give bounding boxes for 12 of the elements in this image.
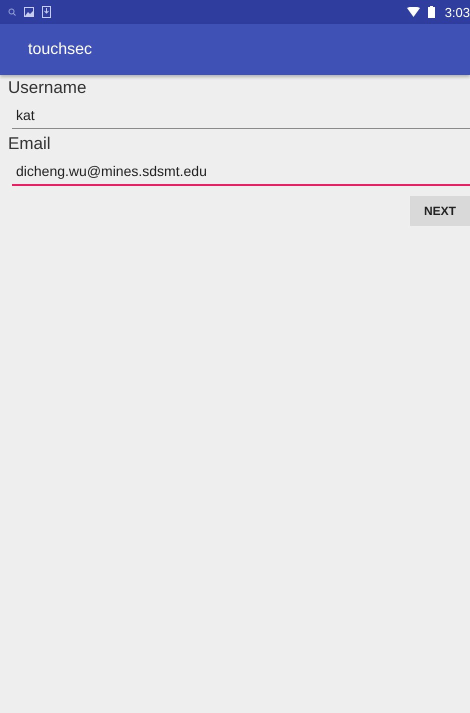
field-label: Username [8, 77, 86, 99]
image-icon [24, 7, 34, 17]
input-field[interactable]: kat [12, 101, 470, 129]
input-field[interactable]: dicheng.wu@mines.sdsmt.edu [12, 157, 470, 186]
status-time: 3:03 [444, 4, 470, 20]
field-label: Email [8, 133, 51, 155]
wifi-icon [406, 7, 420, 17]
battery-icon [428, 6, 435, 18]
search-icon [8, 8, 16, 16]
app-title: touchsec [28, 40, 92, 58]
download-icon [42, 6, 51, 18]
next-button[interactable]: NEXT [410, 196, 470, 226]
